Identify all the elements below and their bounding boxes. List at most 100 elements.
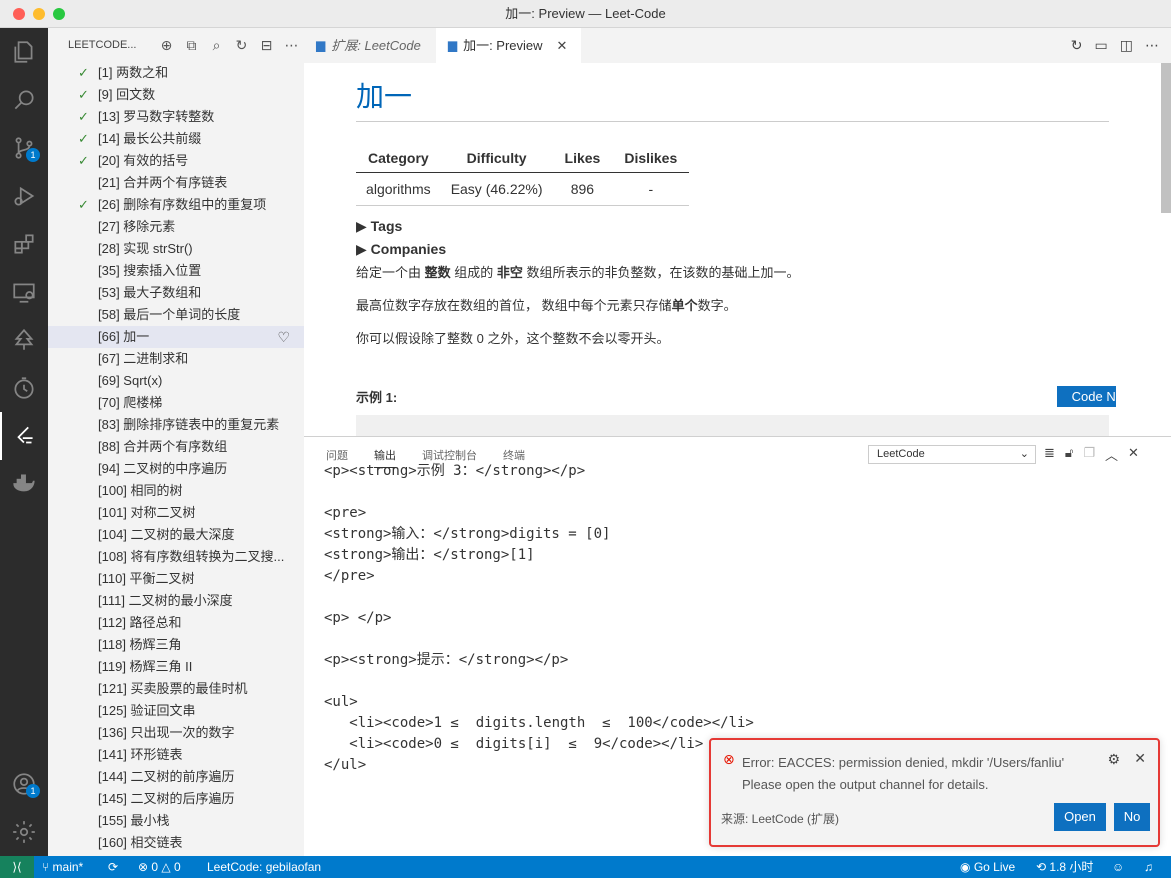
remote-icon[interactable]: ⟩⟨ <box>0 856 34 878</box>
notification-source: 来源: LeetCode (扩展) <box>721 812 840 826</box>
description-paragraph: 给定一个由 整数 组成的 非空 数组所表示的非负整数，在该数的基础上加一。 <box>356 265 800 280</box>
close-icon[interactable]: ✕ <box>1134 750 1146 767</box>
copy-icon[interactable]: ❐ <box>1083 445 1095 464</box>
check-icon: ✓ <box>78 109 89 124</box>
leetcode-account[interactable]: LeetCode: gebilaofan <box>207 856 321 878</box>
problem-list-item[interactable]: [155] 最小栈 <box>48 810 304 832</box>
zoom-window-button[interactable] <box>53 8 65 20</box>
problem-list-item[interactable]: [104] 二叉树的最大深度 <box>48 524 304 546</box>
minimize-window-button[interactable] <box>33 8 45 20</box>
open-button[interactable]: Open <box>1054 803 1106 831</box>
tree-icon[interactable] <box>0 316 48 364</box>
problem-list-item[interactable]: [110] 平衡二叉树 <box>48 568 304 590</box>
accounts-icon[interactable]: 1 <box>0 760 48 808</box>
problem-list-item[interactable]: [100] 相同的树 <box>48 480 304 502</box>
close-icon[interactable]: ✕ <box>557 28 568 63</box>
settings-gear-icon[interactable] <box>0 808 48 856</box>
layout-icon[interactable]: ▭ <box>1095 37 1108 54</box>
problem-list-item[interactable]: [125] 验证回文串 <box>48 700 304 722</box>
search-icon[interactable]: ⌕ <box>204 37 229 54</box>
clear-output-icon[interactable]: ≣ <box>1044 445 1055 464</box>
check-icon: ✓ <box>78 65 89 80</box>
no-button[interactable]: No <box>1114 803 1150 831</box>
problem-list-item[interactable]: [119] 杨辉三角 II <box>48 656 304 678</box>
problem-list-item[interactable]: [88] 合并两个有序数组 <box>48 436 304 458</box>
table-header: Category <box>356 144 441 173</box>
leetcode-sidebar: LEETCODE... ⊕ ⧉ ⌕ ↻ ⊟ ⋯ ✓ [1] 两数之和 ✓ [9] 回文… <box>48 28 304 856</box>
problem-list-item[interactable]: [111] 二叉树的最小深度 <box>48 590 304 612</box>
problem-list-item[interactable]: [28] 实现 strStr() <box>48 238 304 260</box>
timeline-icon[interactable] <box>0 364 48 412</box>
go-live-button[interactable]: ◉ Go Live <box>960 856 1015 878</box>
problem-list-item[interactable]: [118] 杨辉三角 <box>48 634 304 656</box>
branch-indicator[interactable]: ⑂ main* <box>42 856 83 878</box>
maximize-panel-icon[interactable]: ︿ <box>1105 445 1118 464</box>
tags-toggle[interactable]: ▶ Tags <box>356 218 1116 235</box>
problem-list-item[interactable]: ✓ [13] 罗马数字转整数 <box>48 106 304 128</box>
heart-icon[interactable]: ♡ <box>277 326 290 348</box>
feedback-icon[interactable]: ☺ <box>1112 856 1124 878</box>
problem-list-item[interactable]: [69] Sqrt(x) <box>48 370 304 392</box>
time-tracker[interactable]: ⟲ 1.8 小时 <box>1036 856 1093 878</box>
problem-list-item[interactable]: [112] 路径总和 <box>48 612 304 634</box>
problem-list-item[interactable]: [144] 二叉树的前序遍历 <box>48 766 304 788</box>
remote-explorer-icon[interactable] <box>0 268 48 316</box>
leetcode-icon[interactable] <box>0 412 48 460</box>
collapse-all-icon[interactable]: ⊟ <box>254 37 279 54</box>
problem-list-item[interactable]: [160] 相交链表 <box>48 832 304 854</box>
more-actions-icon[interactable]: ⋯ <box>1145 37 1159 54</box>
refresh-icon[interactable]: ↻ <box>1071 37 1083 54</box>
problem-list-item[interactable]: [66] 加一 ♡ <box>48 326 304 348</box>
close-icon[interactable]: ✕ <box>1128 445 1139 464</box>
problems-indicator[interactable]: ⊗ 0 △ 0 <box>138 856 181 878</box>
output-channel-select[interactable]: LeetCode ⌄ <box>868 445 1036 464</box>
bell-icon[interactable]: ♫ <box>1144 856 1153 878</box>
close-window-button[interactable] <box>13 8 25 20</box>
sidebar-title: LEETCODE... <box>68 39 137 51</box>
problem-list-item[interactable]: [27] 移除元素 <box>48 216 304 238</box>
problem-list-item[interactable]: ✓ [26] 删除有序数组中的重复项 <box>48 194 304 216</box>
more-icon[interactable]: ⋯ <box>279 37 304 54</box>
explorer-icon[interactable] <box>0 28 48 76</box>
check-icon: ✓ <box>78 131 89 146</box>
problem-list-item[interactable]: [67] 二进制求和 <box>48 348 304 370</box>
problem-list-item[interactable]: [121] 买卖股票的最佳时机 <box>48 678 304 700</box>
tab-extension-leetcode[interactable]: ▆ 扩展: LeetCode <box>304 28 436 63</box>
editor-scrollbar[interactable] <box>1161 63 1171 213</box>
problem-list-item[interactable]: [35] 搜索插入位置 <box>48 260 304 282</box>
refresh-icon[interactable]: ↻ <box>229 37 254 54</box>
split-editor-icon[interactable]: ◫ <box>1120 37 1133 54</box>
run-debug-icon[interactable] <box>0 172 48 220</box>
description-paragraph: 最高位数字存放在数组的首位， 数组中每个元素只存储单个数字。 <box>356 298 737 313</box>
extensions-icon[interactable] <box>0 220 48 268</box>
problem-list-item[interactable]: [145] 二叉树的后序遍历 <box>48 788 304 810</box>
code-now-button[interactable]: Code Now <box>1057 386 1116 407</box>
problem-list-item[interactable]: [21] 合并两个有序链表 <box>48 172 304 194</box>
problem-list-item[interactable]: [83] 删除排序链表中的重复元素 <box>48 414 304 436</box>
problem-list-item[interactable]: [141] 环形链表 <box>48 744 304 766</box>
problem-list-item[interactable]: [136] 只出现一次的数字 <box>48 722 304 744</box>
sync-icon[interactable]: ⟳ <box>108 856 118 878</box>
globe-icon[interactable]: ⊕ <box>154 37 179 54</box>
problem-list-item[interactable]: [53] 最大子数组和 <box>48 282 304 304</box>
source-control-icon[interactable]: 1 <box>0 124 48 172</box>
editor-tabs: ▆ 扩展: LeetCode ▆ 加一: Preview ✕ ↻ ▭ ◫ ⋯ <box>304 28 1171 63</box>
editor-area: ▆ 扩展: LeetCode ▆ 加一: Preview ✕ ↻ ▭ ◫ ⋯ 加… <box>304 28 1171 436</box>
problem-list-item[interactable]: ✓ [9] 回文数 <box>48 84 304 106</box>
problem-list-item[interactable]: [101] 对称二叉树 <box>48 502 304 524</box>
docker-icon[interactable] <box>0 460 48 508</box>
gear-icon[interactable]: ⚙ <box>1107 751 1120 768</box>
problem-preview: 加一 Category Difficulty Likes Dislikes al… <box>356 63 1116 436</box>
search-icon[interactable] <box>0 76 48 124</box>
new-file-icon[interactable]: ⧉ <box>179 37 204 54</box>
problem-list-item[interactable]: [70] 爬楼梯 <box>48 392 304 414</box>
problem-list-item[interactable]: [108] 将有序数组转换为二叉搜... <box>48 546 304 568</box>
problem-list-item[interactable]: ✓ [1] 两数之和 <box>48 62 304 84</box>
tab-preview[interactable]: ▆ 加一: Preview ✕ <box>435 28 583 63</box>
companies-toggle[interactable]: ▶ Companies <box>356 241 1116 258</box>
problem-list-item[interactable]: ✓ [20] 有效的括号 <box>48 150 304 172</box>
problem-list-item[interactable]: [58] 最后一个单词的长度 <box>48 304 304 326</box>
problem-list-item[interactable]: [94] 二叉树的中序遍历 <box>48 458 304 480</box>
problem-list-item[interactable]: ✓ [14] 最长公共前缀 <box>48 128 304 150</box>
lock-icon[interactable]: 🔓︎ <box>1065 445 1073 464</box>
